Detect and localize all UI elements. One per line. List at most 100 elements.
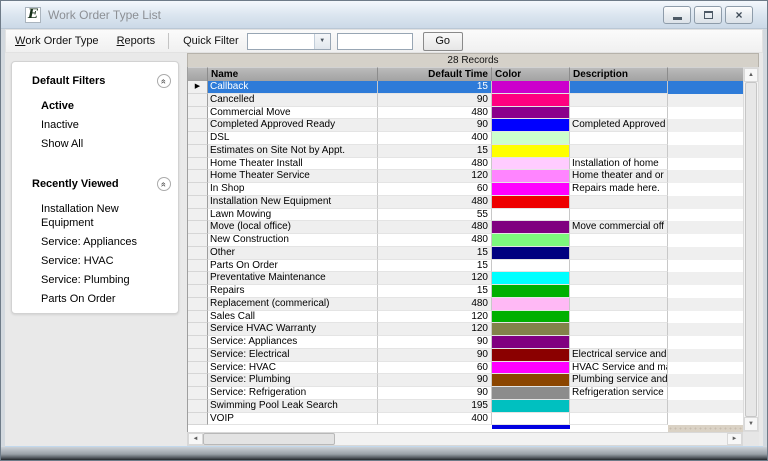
header-description[interactable]: Description [570,67,668,81]
collapse-chevron-icon[interactable]: « [157,74,171,88]
cell-name: Swimming Pool Leak Search [208,399,378,413]
table-row[interactable]: ▶ Repairs 15 [188,285,743,298]
table-row[interactable]: ▶ Service: Appliances 90 [188,336,743,349]
table-row[interactable]: ▶ DSL 400 [188,132,743,145]
header-default-time[interactable]: Default Time [378,67,492,81]
row-selector-cell[interactable]: ▶ [188,234,208,247]
row-selector-cell[interactable]: ▶ [188,387,208,400]
row-selector-cell[interactable]: ▶ [188,272,208,285]
row-selector-cell[interactable]: ▶ [188,310,208,324]
table-row[interactable]: ▶ Cancelled 90 [188,93,743,107]
sidebar-item[interactable]: Service: Plumbing [41,273,171,287]
cell-name: Service HVAC Warranty [208,323,378,336]
table-row[interactable]: ▶ Service: Electrical 90 Electrical serv… [188,348,743,362]
horizontal-scrollbar-track[interactable] [335,433,727,445]
table-row[interactable]: ▶ Preventative Maintenance 120 [188,272,743,285]
row-selector-cell[interactable]: ▶ [188,412,208,426]
sidebar-section-items: Active Inactive Show All [41,99,171,151]
cell-default-time: 90 [378,374,492,387]
header-name[interactable]: Name [208,67,378,81]
row-selector-cell[interactable]: ▶ [188,132,208,145]
table-row[interactable]: ▶ Home Theater Install 480 Installation … [188,157,743,171]
row-selector-cell[interactable]: ▶ [188,336,208,349]
minimize-button[interactable] [663,6,691,24]
table-row[interactable]: ▶ Move (local office) 480 Move commercia… [188,221,743,234]
table-row[interactable]: ▶ Swimming Pool Leak Search 195 [188,399,743,413]
table-row[interactable]: ▶ Service HVAC Warranty 120 [188,323,743,336]
sidebar-item[interactable]: Service: Appliances [41,235,171,249]
row-selector-cell[interactable]: ▶ [188,348,208,362]
cell-description [570,106,668,120]
row-selector-cell[interactable]: ▶ [188,183,208,196]
table-row[interactable]: ▶ Estimates on Site Not by Appt. 15 [188,144,743,158]
scroll-down-icon[interactable]: ▼ [744,417,758,431]
table-row[interactable]: ▶ Replacement (commerical) 480 [188,297,743,311]
table-row[interactable]: ▶ Service: Plumbing 90 Plumbing service … [188,374,743,387]
row-selector-cell[interactable]: ▶ [188,221,208,234]
table-row[interactable]: ▶ Home Theater Service 120 Home theater … [188,170,743,183]
menu-reports[interactable]: Reports [108,30,165,52]
cell-color-swatch [492,336,570,349]
sidebar-item[interactable]: Installation New Equipment [41,202,171,230]
row-selector-cell[interactable]: ▶ [188,259,208,273]
collapse-chevron-icon[interactable]: « [157,177,171,191]
row-selector-cell[interactable]: ▶ [188,195,208,209]
row-selector-cell[interactable]: ▶ [188,106,208,120]
close-button[interactable]: × [725,6,753,24]
window-controls: × [663,6,753,24]
row-selector-cell[interactable]: ▶ [188,297,208,311]
cell-name: Cancelled [208,93,378,107]
row-selector-cell[interactable]: ▶ [188,144,208,158]
table-row[interactable]: ▶ Parts On Order 15 [188,259,743,273]
horizontal-scrollbar-thumb[interactable] [203,433,335,445]
sidebar-item[interactable]: Inactive [41,118,171,132]
table-row[interactable]: ▶ Lawn Mowing 55 [188,208,743,222]
quick-filter-input[interactable] [336,32,413,50]
cell-description: Electrical service and [570,348,668,362]
row-selector-cell[interactable]: ▶ [188,170,208,183]
row-selector-cell[interactable]: ▶ [188,374,208,387]
table-row[interactable]: ▶ Commercial Move 480 [188,106,743,120]
table-row[interactable]: ▶ In Shop 60 Repairs made here. [188,183,743,196]
cell-color-swatch [492,412,570,426]
quick-filter-combo[interactable]: ▼ [246,32,331,50]
header-color[interactable]: Color [492,67,570,81]
cell-default-time: 15 [378,246,492,260]
sidebar-item[interactable]: Active [41,99,171,113]
row-selector-cell[interactable]: ▶ [188,119,208,132]
sidebar-section-title: Default Filters [32,75,106,87]
sidebar-item[interactable]: Parts On Order [41,292,171,306]
row-selector-cell[interactable]: ▶ [188,246,208,260]
scroll-left-icon[interactable]: ◄ [188,433,203,445]
menu-work-order-type[interactable]: Work Order Type [6,30,108,52]
table-row[interactable]: ▶ Completed Approved Ready 90 Completed … [188,119,743,132]
table-row[interactable]: ▶ Service: HVAC 60 HVAC Service and ma [188,361,743,375]
sidebar-item[interactable]: Service: HVAC [41,254,171,268]
cell-name: DSL [208,132,378,145]
row-selector-cell[interactable]: ▶ [188,323,208,336]
table-row[interactable]: ▶ Service: Refrigeration 90 Refrigeratio… [188,387,743,400]
horizontal-scrollbar[interactable]: ◄ ► [187,432,743,446]
row-selector-cell[interactable]: ▶ [188,285,208,298]
table-row[interactable]: ▶ New Construction 480 [188,234,743,247]
scroll-right-icon[interactable]: ► [727,433,742,445]
table-row[interactable]: ▶ Callback 15 [188,81,743,94]
scroll-up-icon[interactable]: ▲ [744,68,758,82]
chevron-down-icon[interactable]: ▼ [313,33,330,49]
table-row[interactable]: ▶ Sales Call 120 [188,310,743,324]
table-row[interactable]: ▶ VOIP 400 [188,412,743,426]
vertical-scrollbar-thumb[interactable] [745,82,757,417]
sidebar-item[interactable]: Show All [41,137,171,151]
row-selector-cell[interactable]: ▶ [188,361,208,375]
go-button[interactable]: Go [422,31,463,51]
vertical-scrollbar[interactable]: ▲ ▼ [743,67,759,432]
cell-name: Lawn Mowing [208,208,378,222]
row-selector-cell[interactable]: ▶ [188,93,208,107]
maximize-button[interactable] [694,6,722,24]
row-selector-cell[interactable]: ▶ [188,208,208,222]
row-selector-cell[interactable]: ▶ [188,81,208,94]
row-selector-cell[interactable]: ▶ [188,399,208,413]
row-selector-cell[interactable]: ▶ [188,157,208,171]
table-row[interactable]: ▶ Installation New Equipment 480 [188,195,743,209]
table-row[interactable]: ▶ Other 15 [188,246,743,260]
